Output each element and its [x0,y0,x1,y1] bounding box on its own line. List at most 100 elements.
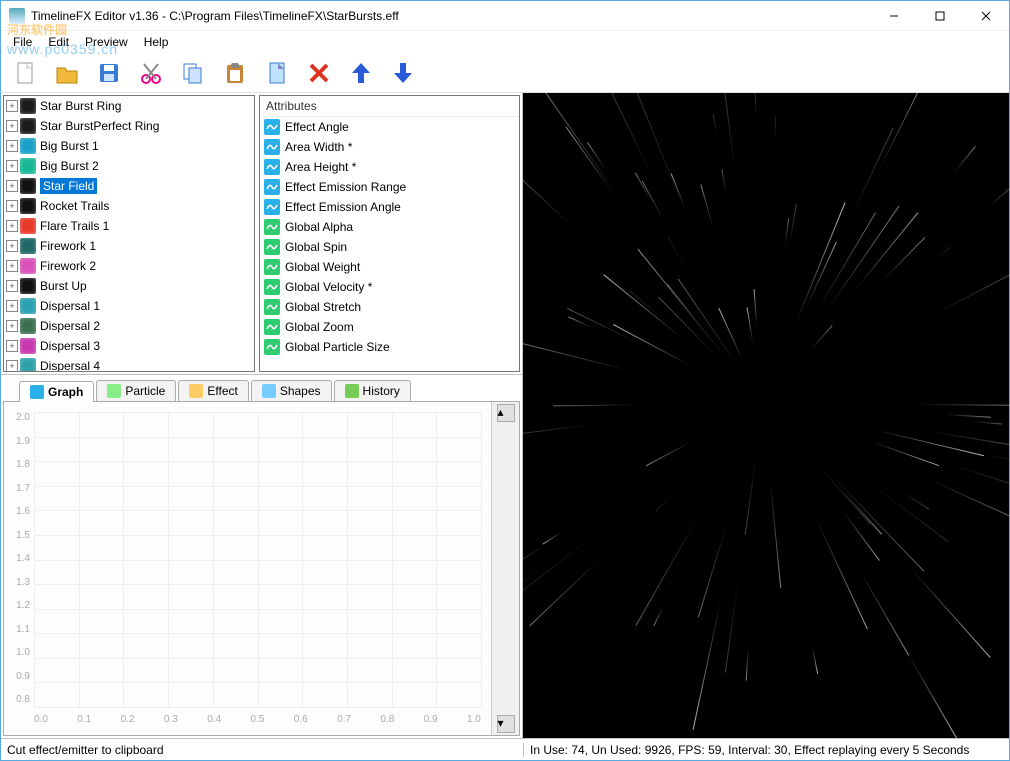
attributes-panel[interactable]: Attributes Effect AngleArea Width * Area … [259,95,520,372]
attribute-icon [264,179,280,195]
effect-thumb-icon [20,318,36,334]
tab-shapes[interactable]: Shapes [251,380,332,401]
expand-icon[interactable]: + [6,240,18,252]
attributes-header: Attributes [260,96,519,117]
effects-tree[interactable]: +Star Burst Ring+Star BurstPerfect Ring+… [3,95,255,372]
close-button[interactable] [963,1,1009,31]
move-down-button[interactable] [387,57,419,89]
particle-streak [523,343,631,372]
attribute-item[interactable]: Effect Angle [260,117,519,137]
attribute-label: Global Alpha [285,220,353,234]
scroll-down-button[interactable]: ▾ [497,715,515,733]
cut-button[interactable] [135,57,167,89]
attribute-label: Global Velocity * [285,280,372,294]
delete-button[interactable] [303,57,335,89]
import-button[interactable] [261,57,293,89]
expand-icon[interactable]: + [6,260,18,272]
maximize-button[interactable] [917,1,963,31]
status-right: In Use: 74, Un Used: 9926, FPS: 59, Inte… [523,743,1009,757]
expand-icon[interactable]: + [6,320,18,332]
expand-icon[interactable]: + [6,100,18,112]
expand-icon[interactable]: + [6,220,18,232]
history-tab-icon [345,384,359,398]
graph-canvas[interactable]: 2.01.91.81.71.61.51.41.31.21.11.00.90.8 … [4,402,491,735]
tree-item[interactable]: +Star Burst Ring [4,96,254,116]
tab-effect[interactable]: Effect [178,380,248,401]
save-button[interactable] [93,57,125,89]
tree-item-label: Rocket Trails [40,199,109,213]
menu-preview[interactable]: Preview [77,33,136,51]
move-up-button[interactable] [345,57,377,89]
tree-item[interactable]: +Burst Up [4,276,254,296]
attribute-item[interactable]: Effect Emission Range [260,177,519,197]
menu-file[interactable]: File [5,33,40,51]
expand-icon[interactable]: + [6,140,18,152]
tree-item[interactable]: +Big Burst 1 [4,136,254,156]
expand-icon[interactable]: + [6,300,18,312]
statusbar: Cut effect/emitter to clipboard In Use: … [1,738,1009,760]
copy-button[interactable] [177,57,209,89]
graph-panel[interactable]: 2.01.91.81.71.61.51.41.31.21.11.00.90.8 … [3,401,520,736]
particle-streak [746,648,749,681]
effect-thumb-icon [20,198,36,214]
tab-label: History [363,384,400,398]
attribute-item[interactable]: Global Alpha [260,217,519,237]
tree-item-label: Firework 2 [40,259,96,273]
tree-item[interactable]: +Dispersal 1 [4,296,254,316]
attribute-label: Area Height * [285,160,356,174]
tree-item[interactable]: +Star Field [4,176,254,196]
tab-graph[interactable]: Graph [19,381,94,402]
tab-particle[interactable]: Particle [96,380,176,401]
particle-streak [646,441,692,466]
attribute-item[interactable]: Effect Emission Angle [260,197,519,217]
menu-edit[interactable]: Edit [40,33,77,51]
graph-vscroll[interactable]: ▴ ▾ [491,402,519,735]
particle-streak [916,404,1009,406]
particle-streak [523,137,574,228]
attribute-item[interactable]: Global Velocity * [260,277,519,297]
tree-item[interactable]: +Flare Trails 1 [4,216,254,236]
new-button[interactable] [9,57,41,89]
attribute-item[interactable]: Global Particle Size [260,337,519,357]
particle-streak [774,117,776,139]
attribute-label: Global Stretch [285,300,361,314]
particle-streak [987,165,1009,208]
expand-icon[interactable]: + [6,200,18,212]
tree-item[interactable]: +Star BurstPerfect Ring [4,116,254,136]
effect-thumb-icon [20,338,36,354]
tree-item[interactable]: + Rocket Trails [4,196,254,216]
particle-streak [722,93,736,172]
paste-button[interactable] [219,57,251,89]
attribute-icon [264,139,280,155]
open-button[interactable] [51,57,83,89]
tree-item[interactable]: +Dispersal 3 [4,336,254,356]
attribute-icon [264,199,280,215]
particle-streak [566,126,614,193]
minimize-button[interactable] [871,1,917,31]
effect-thumb-icon [20,98,36,114]
tree-item[interactable]: + Firework 2 [4,256,254,276]
expand-icon[interactable]: + [6,120,18,132]
window-title: TimelineFX Editor v1.36 - C:\Program Fil… [31,9,871,23]
expand-icon[interactable]: + [6,340,18,352]
attribute-item[interactable]: Area Height * [260,157,519,177]
attribute-item[interactable]: Area Width * [260,137,519,157]
tree-item[interactable]: +Big Burst 2 [4,156,254,176]
tree-item[interactable]: +Dispersal 2 [4,316,254,336]
attribute-item[interactable]: Global Stretch [260,297,519,317]
particle-streak [933,247,950,262]
expand-icon[interactable]: + [6,180,18,192]
expand-icon[interactable]: + [6,160,18,172]
expand-icon[interactable]: + [6,280,18,292]
attribute-item[interactable]: Global Zoom [260,317,519,337]
tree-item[interactable]: +Firework 1 [4,236,254,256]
menu-help[interactable]: Help [136,33,177,51]
attribute-item[interactable]: Global Weight [260,257,519,277]
tab-history[interactable]: History [334,380,411,401]
tree-item[interactable]: +Dispersal 4 [4,356,254,372]
expand-icon[interactable]: + [6,360,18,372]
preview-viewport[interactable] [523,93,1009,738]
particle-streak [747,307,754,342]
attribute-item[interactable]: Global Spin [260,237,519,257]
scroll-up-button[interactable]: ▴ [497,404,515,422]
